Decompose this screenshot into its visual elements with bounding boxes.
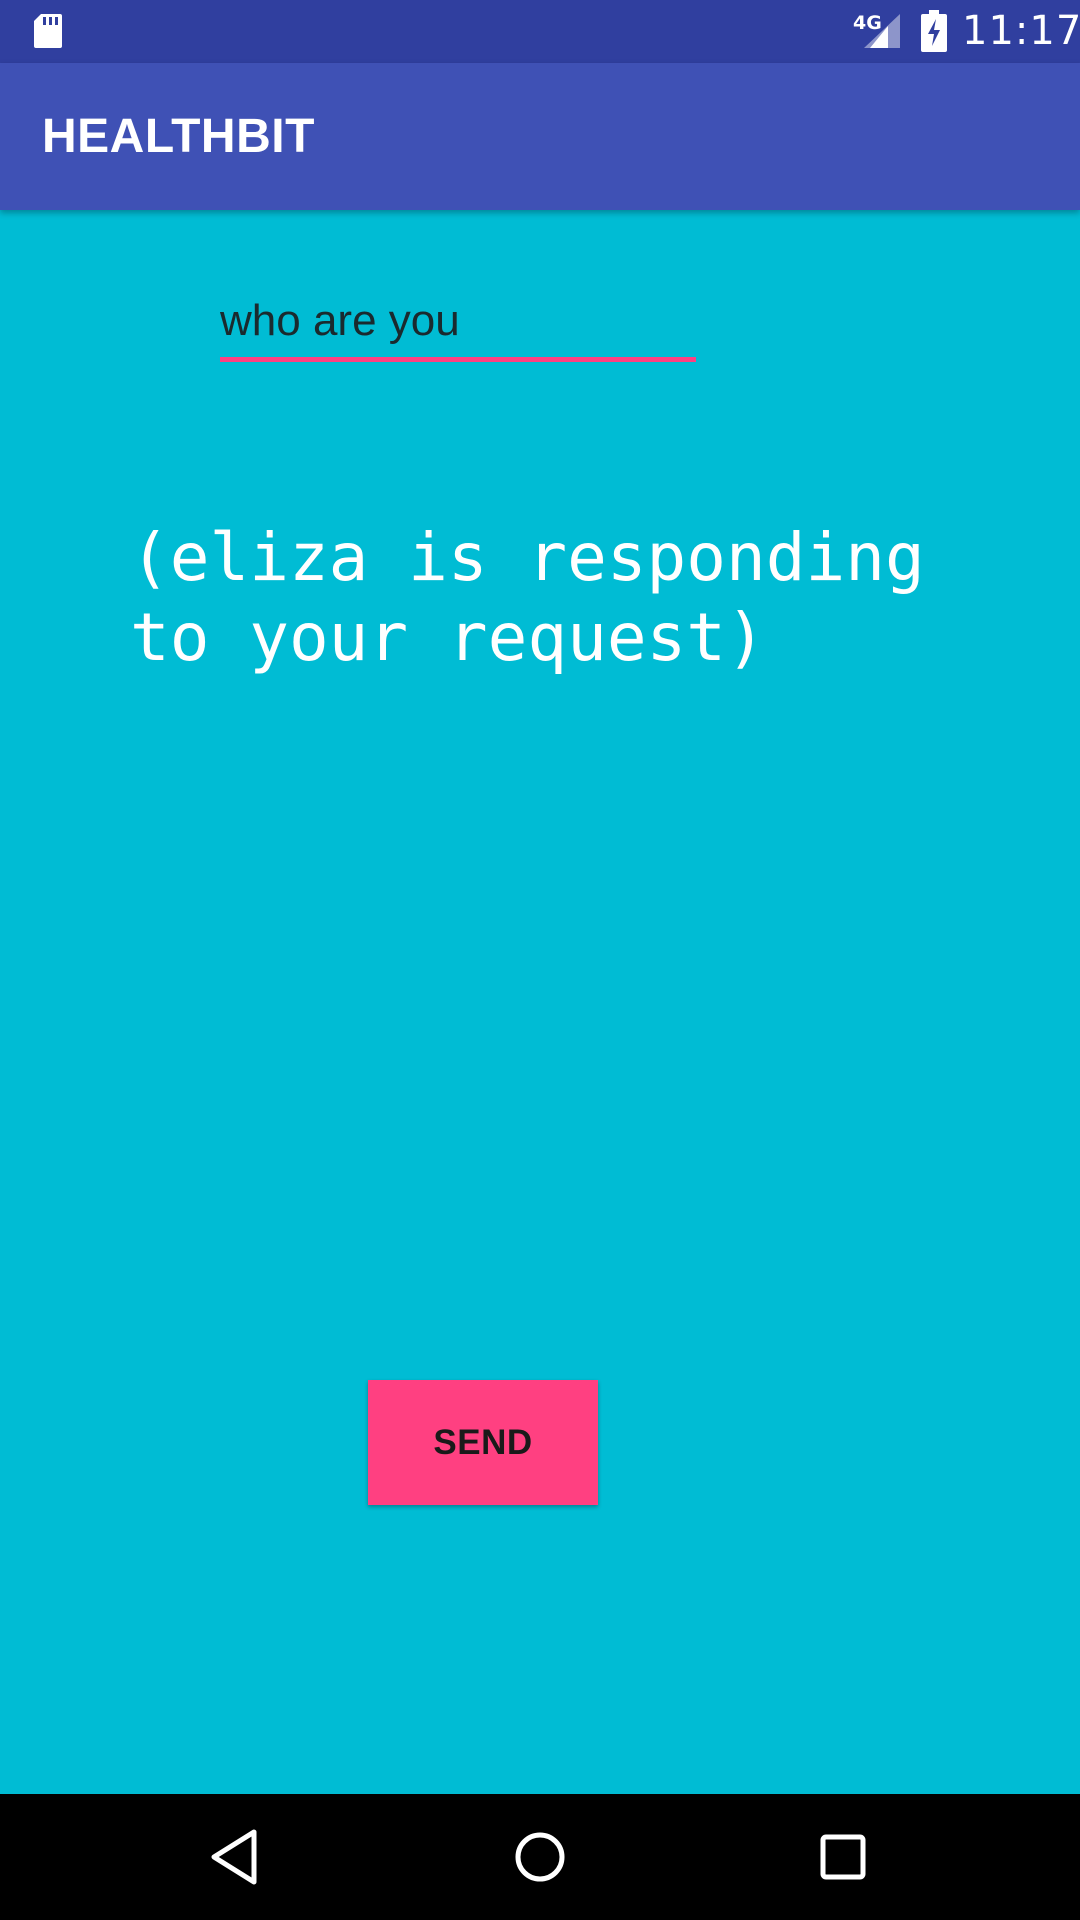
- app-title: HEALTHBIT: [42, 110, 315, 163]
- app-bar: HEALTHBIT: [0, 63, 1080, 210]
- status-bar: 4G 11:17: [0, 0, 1080, 63]
- eliza-response-text: (eliza is responding to your request): [130, 519, 925, 676]
- message-input[interactable]: [220, 285, 696, 357]
- sd-card-icon: [34, 14, 62, 48]
- home-icon[interactable]: [505, 1822, 575, 1892]
- input-underline: [220, 357, 696, 362]
- back-icon[interactable]: [200, 1822, 270, 1892]
- battery-charging-icon: [921, 10, 947, 52]
- recents-icon[interactable]: [808, 1822, 878, 1892]
- navigation-bar: [0, 1794, 1080, 1920]
- send-button[interactable]: SEND: [368, 1380, 598, 1505]
- status-clock: 11:17: [962, 8, 1080, 54]
- signal-icon: [864, 14, 900, 48]
- message-input-container: [220, 285, 696, 365]
